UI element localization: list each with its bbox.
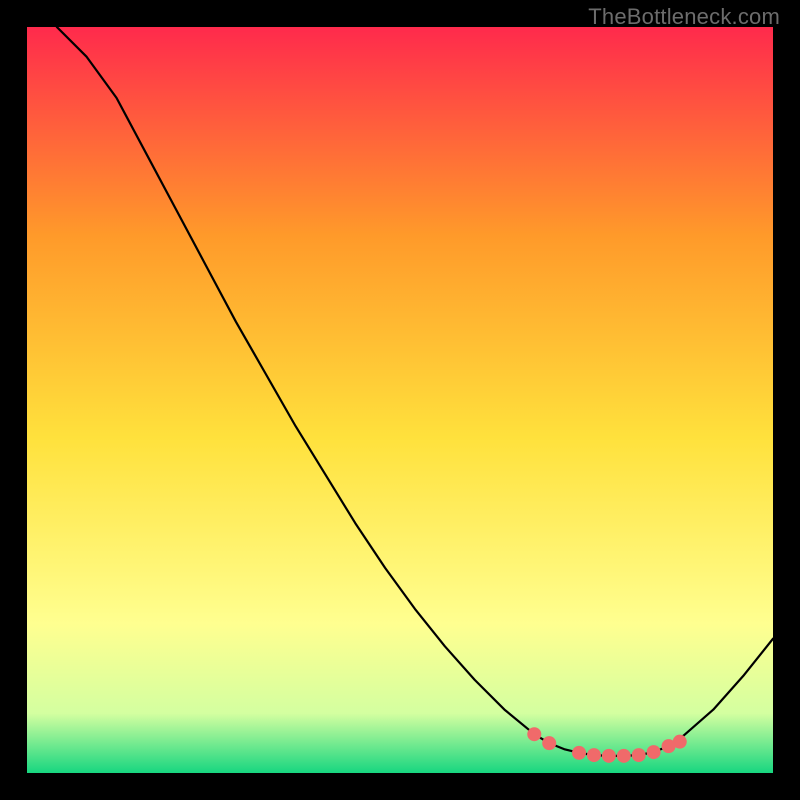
plot-area <box>27 27 773 773</box>
highlight-dot <box>617 749 631 763</box>
highlight-dot <box>647 745 661 759</box>
highlight-dot <box>632 748 646 762</box>
highlight-dot <box>587 748 601 762</box>
chart-frame: TheBottleneck.com <box>0 0 800 800</box>
highlight-dot <box>602 749 616 763</box>
highlight-dot <box>572 746 586 760</box>
highlight-dot <box>673 735 687 749</box>
highlight-dot <box>527 727 541 741</box>
highlight-dot <box>542 736 556 750</box>
chart-svg <box>27 27 773 773</box>
